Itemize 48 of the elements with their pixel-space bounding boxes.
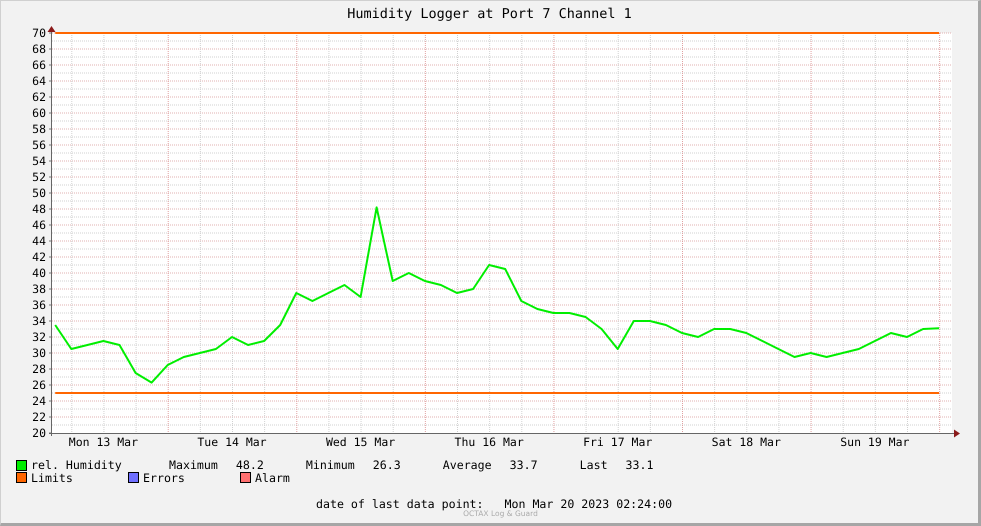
axis-tick-label: 52 (32, 170, 46, 184)
axis-tick-label: Fri 17 Mar (583, 435, 652, 449)
stat-label: Average (442, 459, 492, 472)
stat-value: 26.3 (372, 459, 402, 472)
axis-tick-label: 70 (32, 26, 46, 40)
axis-tick-label: Wed 15 Mar (326, 435, 396, 449)
axis-tick-label: 60 (32, 106, 46, 120)
axis-tick-label: 68 (32, 42, 46, 56)
axis-tick-label: 62 (32, 90, 46, 104)
axis-tick-label: 56 (32, 138, 46, 152)
legend-label: Alarm (255, 472, 290, 484)
axis-tick-label: 66 (32, 58, 46, 72)
stat-value: 48.2 (236, 459, 265, 472)
axis-tick-label: Sat 18 Mar (712, 435, 781, 449)
axis-tick-label: 38 (32, 282, 46, 296)
stat-label: Minimum (306, 459, 355, 472)
axis-tick-label: 58 (32, 122, 46, 136)
axis-tick-label: Tue 14 Mar (197, 435, 267, 449)
axis-tick-label: Thu 16 Mar (454, 435, 524, 449)
last-data-timestamp: Mon Mar 20 2023 02:24:00 (504, 497, 672, 511)
axis-tick-label: 26 (32, 378, 46, 392)
axis-tick-label: 54 (32, 154, 46, 168)
axis-tick-label: Sun 19 Mar (840, 435, 910, 449)
chart-title: Humidity Logger at Port 7 Channel 1 (347, 5, 632, 22)
stat-value: 33.7 (510, 459, 539, 472)
axis-tick-label: 20 (32, 426, 46, 440)
legend-label: Limits (31, 472, 73, 484)
axis-tick-label: 34 (32, 314, 46, 328)
axis-tick-label: 36 (32, 298, 46, 312)
footer-label: date of last data point: (316, 497, 484, 511)
axis-tick-label: Mon 13 Mar (68, 435, 138, 449)
legend-label: rel. Humidity (31, 459, 122, 472)
axis-tick-label: 44 (32, 234, 46, 248)
axis-tick-label: 64 (32, 74, 46, 88)
axis-tick-label: 28 (32, 362, 46, 376)
stat-label: Last (580, 459, 608, 472)
legend-label: Errors (143, 472, 185, 484)
axis-tick-label: 50 (32, 186, 46, 200)
stat-label: Maximum (169, 459, 218, 472)
axis-tick-label: 22 (32, 410, 46, 424)
axis-tick-label: 46 (32, 218, 46, 232)
axis-tick-label: 42 (32, 250, 46, 264)
axis-tick-label: 30 (32, 346, 46, 360)
axis-tick-label: 40 (32, 266, 46, 280)
axis-tick-label: 48 (32, 202, 46, 216)
axis-tick-label: 32 (32, 330, 46, 344)
axis-tick-label: 24 (32, 394, 46, 408)
stat-value: 33.1 (626, 459, 654, 472)
